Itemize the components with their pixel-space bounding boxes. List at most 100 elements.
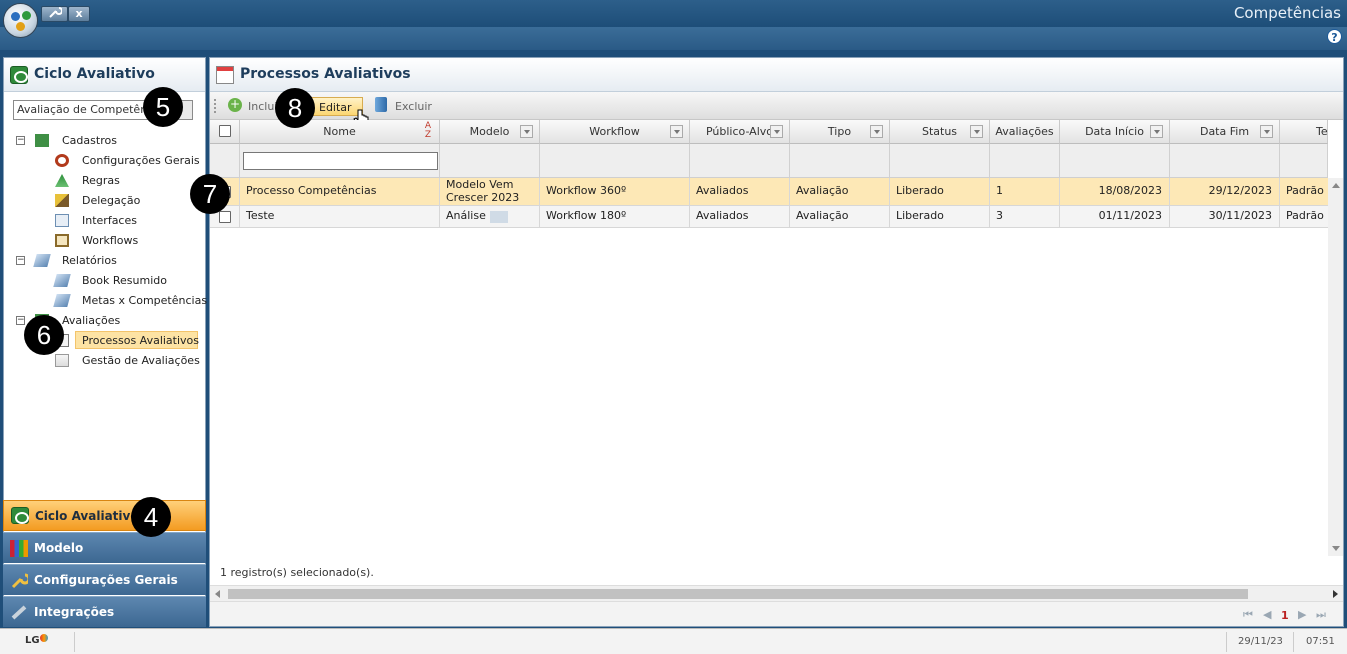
collapse-icon[interactable]: − <box>16 316 25 325</box>
main-panel-header: Processos Avaliativos <box>210 58 1343 92</box>
close-tab-button[interactable]: x <box>68 6 90 22</box>
divider <box>1226 632 1227 652</box>
cycle-icon <box>10 66 28 84</box>
column-menu-icon[interactable] <box>1260 125 1273 138</box>
collapse-icon[interactable]: − <box>16 136 25 145</box>
selection-count: 1 registro(s) selecionado(s). <box>220 566 374 579</box>
column-label: Templa <box>1316 125 1328 138</box>
column-nome[interactable]: Nome AZ <box>240 120 440 144</box>
tree-group-avaliacoes[interactable]: Avaliações <box>62 312 120 330</box>
tree-item-regras[interactable]: Regras <box>82 172 120 190</box>
column-label: Público-Alvo <box>705 125 774 138</box>
last-page-icon[interactable]: ⏭ <box>1316 608 1326 622</box>
cell-nome: Processo Competências <box>240 178 440 205</box>
column-data-fim[interactable]: Data Fim <box>1170 120 1280 144</box>
column-menu-icon[interactable] <box>870 125 883 138</box>
filter-cell <box>1280 144 1328 178</box>
tree-item-delegacao[interactable]: Delegação <box>82 192 140 210</box>
column-tipo[interactable]: Tipo <box>790 120 890 144</box>
delete-button[interactable]: Excluir <box>395 97 432 116</box>
sort-az-icon[interactable]: AZ <box>425 122 431 140</box>
grid-footer: ⏮ ◀ 1 ▶ ⏭ <box>210 601 1343 626</box>
column-label: Modelo <box>469 125 510 138</box>
interface-icon <box>55 214 69 227</box>
table-row[interactable]: Processo Competências Modelo Vem Crescer… <box>210 178 1328 206</box>
filter-cell <box>890 144 990 178</box>
status-date: 29/11/23 <box>1238 636 1283 647</box>
tree-group-cadastros[interactable]: Cadastros <box>62 132 117 150</box>
cell-modelo-text: Análise <box>446 209 486 223</box>
first-page-icon[interactable]: ⏮ <box>1243 608 1253 622</box>
filter-cell <box>240 144 440 178</box>
clipboard-icon <box>55 234 69 247</box>
column-publico-alvo[interactable]: Público-Alvo <box>690 120 790 144</box>
column-workflow[interactable]: Workflow <box>540 120 690 144</box>
collapse-icon[interactable]: − <box>16 256 25 265</box>
filter-cell <box>540 144 690 178</box>
column-menu-icon[interactable] <box>970 125 983 138</box>
lg-logo-mark-icon <box>40 634 48 642</box>
cell-data-inicio: 01/11/2023 <box>1060 206 1170 227</box>
column-data-inicio[interactable]: Data Início <box>1060 120 1170 144</box>
column-template[interactable]: Templa <box>1280 120 1328 144</box>
column-avaliacoes[interactable]: Avaliações <box>990 120 1060 144</box>
column-menu-icon[interactable] <box>670 125 683 138</box>
trash-icon <box>375 97 387 112</box>
horizontal-scrollbar[interactable] <box>210 585 1343 601</box>
vertical-scrollbar[interactable] <box>1328 178 1343 556</box>
column-label: Status <box>921 125 958 138</box>
scroll-left-icon[interactable] <box>215 590 220 598</box>
wrench-icon <box>48 7 63 18</box>
column-menu-icon[interactable] <box>770 125 783 138</box>
left-panel-title: Ciclo Avaliativo <box>34 66 155 82</box>
divider <box>1293 632 1294 652</box>
cell-template: Padrão L <box>1286 209 1328 223</box>
table-row[interactable]: Teste Análise Workflow 180º Avaliados Av… <box>210 206 1328 228</box>
scroll-down-icon[interactable] <box>1332 546 1340 551</box>
status-time: 07:51 <box>1306 636 1335 647</box>
next-page-icon[interactable]: ▶ <box>1298 608 1306 621</box>
current-page[interactable]: 1 <box>1281 609 1289 622</box>
accordion-configuracoes-gerais[interactable]: Configurações Gerais <box>3 564 206 595</box>
cell-data-fim: 29/12/2023 <box>1170 178 1280 205</box>
filter-cell <box>1060 144 1170 178</box>
scroll-right-icon[interactable] <box>1333 590 1338 598</box>
left-panel-header: Ciclo Avaliativo <box>4 58 205 92</box>
cell-workflow: Workflow 360º <box>540 178 690 205</box>
scroll-up-icon[interactable] <box>1332 183 1340 188</box>
cycle-icon <box>11 507 29 524</box>
accordion-integracoes[interactable]: Integrações <box>3 596 206 627</box>
tree-item-workflows[interactable]: Workflows <box>82 232 138 250</box>
tree-item-processos[interactable]: Processos Avaliativos <box>75 331 199 349</box>
tree-group-relatorios[interactable]: Relatórios <box>62 252 117 270</box>
help-icon[interactable]: ? <box>1327 29 1342 44</box>
top-bar-strip <box>0 27 1347 50</box>
cell-template: Padrão <box>1286 184 1324 198</box>
toolbar: + Incluir Editar Excluir <box>210 92 1343 128</box>
pencil-icon <box>55 194 69 207</box>
tree-item-metas[interactable]: Metas x Competências <box>82 292 207 310</box>
cell-nome: Teste <box>240 206 440 227</box>
tree-item-book-resumido[interactable]: Book Resumido <box>82 272 167 290</box>
column-modelo[interactable]: Modelo <box>440 120 540 144</box>
step-badge-5: 5 <box>143 87 183 127</box>
cell-status: Liberado <box>890 206 990 227</box>
name-filter-input[interactable] <box>243 152 438 170</box>
previous-page-icon[interactable]: ◀ <box>1263 608 1271 621</box>
column-menu-icon[interactable] <box>1150 125 1163 138</box>
column-menu-icon[interactable] <box>520 125 533 138</box>
tools-tab-button[interactable] <box>41 6 68 22</box>
tree-item-gestao[interactable]: Gestão de Avaliações <box>82 352 200 370</box>
app-logo-icon[interactable] <box>3 3 38 38</box>
column-status[interactable]: Status <box>890 120 990 144</box>
divider <box>74 632 75 652</box>
accordion-ciclo-avaliativo[interactable]: Ciclo Avaliativo <box>3 500 206 531</box>
cell-data-fim: 30/11/2023 <box>1170 206 1280 227</box>
tree-item-interfaces[interactable]: Interfaces <box>82 212 137 230</box>
horizontal-scroll-thumb[interactable] <box>228 589 1248 599</box>
cell-publico: Avaliados <box>690 206 790 227</box>
row-checkbox[interactable] <box>218 210 231 223</box>
tree-item-configuracoes[interactable]: Configurações Gerais <box>82 152 200 170</box>
accordion-modelo[interactable]: Modelo <box>3 532 206 563</box>
select-all-checkbox[interactable] <box>218 125 231 137</box>
